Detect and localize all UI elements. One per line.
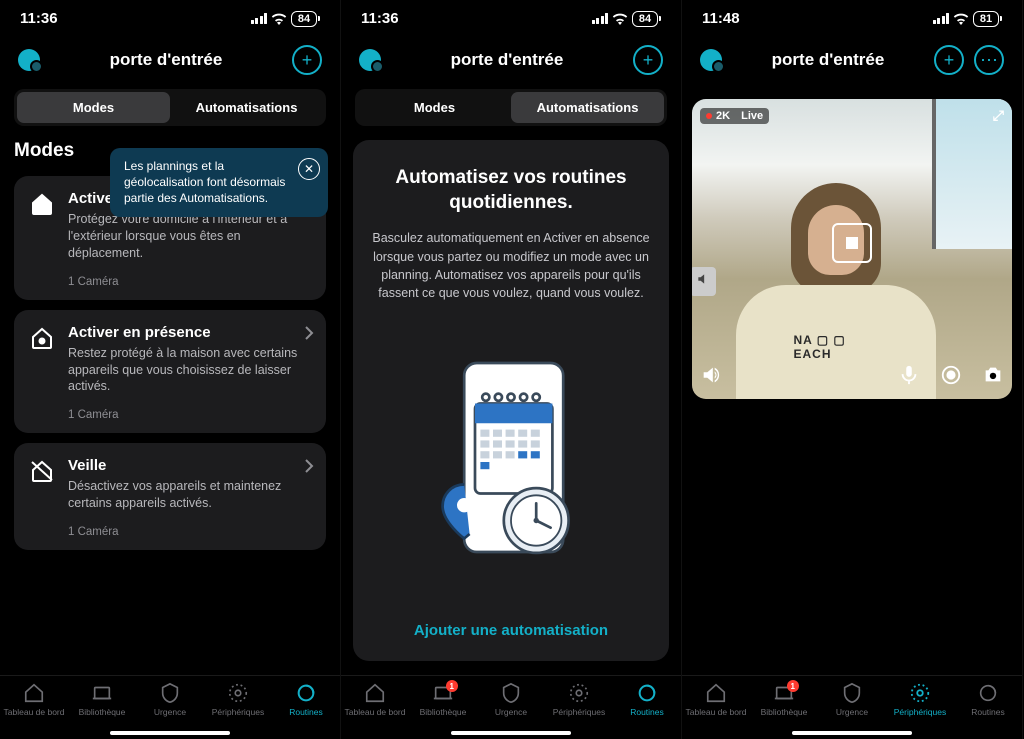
tab-automations[interactable]: Automatisations <box>511 92 664 123</box>
home-indicator[interactable] <box>451 731 571 735</box>
schedule-illustration <box>421 320 601 604</box>
clock: 11:36 <box>20 10 58 27</box>
card-meta: 1 Caméra <box>68 526 312 538</box>
add-button[interactable]: + <box>934 45 964 75</box>
page-title: porte d'entrée <box>772 50 885 70</box>
add-button[interactable]: + <box>292 45 322 75</box>
away-icon <box>28 190 56 288</box>
mode-card-standby[interactable]: Veille Désactivez vos appareils et maint… <box>14 443 326 550</box>
segmented-control: Modes Automatisations <box>14 89 326 126</box>
record-dot-icon <box>706 113 712 119</box>
tab-dashboard[interactable]: Tableau de bord <box>0 682 68 739</box>
card-desc: Protégez votre domicile à l'intérieur et… <box>68 211 312 262</box>
avatar[interactable] <box>18 49 40 71</box>
stop-button[interactable] <box>832 223 872 263</box>
header: porte d'entrée + <box>0 35 340 89</box>
tab-modes[interactable]: Modes <box>17 92 170 123</box>
panel-description: Basculez automatiquement en Activer en a… <box>371 229 651 302</box>
avatar[interactable] <box>700 49 722 71</box>
add-automation-button[interactable]: Ajouter une automatisation <box>414 622 608 639</box>
header: porte d'entrée + ⋯ <box>682 35 1022 89</box>
phone-automations: 11:36 84 porte d'entrée + Modes Automati… <box>341 0 682 739</box>
microphone-icon[interactable] <box>898 364 920 391</box>
wifi-icon <box>271 13 287 25</box>
clock: 11:36 <box>361 10 399 27</box>
snapshot-icon[interactable] <box>982 364 1004 391</box>
panel-heading: Automatisez vos routines quotidiennes. <box>371 166 651 215</box>
tab-routines[interactable]: Routines <box>613 682 681 739</box>
home-indicator[interactable] <box>792 731 912 735</box>
wifi-icon <box>612 13 628 25</box>
card-title: Activer en présence <box>68 324 211 341</box>
card-meta: 1 Caméra <box>68 409 312 421</box>
tab-dashboard[interactable]: Tableau de bord <box>341 682 409 739</box>
chevron-right-icon <box>304 326 314 340</box>
tab-dashboard[interactable]: Tableau de bord <box>682 682 750 739</box>
signal-icon <box>933 13 950 24</box>
tab-bar: Tableau de bord 1Bibliothèque Urgence Pé… <box>341 675 681 739</box>
battery-icon: 84 <box>291 11 320 27</box>
status-icons: 84 <box>251 11 321 27</box>
phone-live: 11:48 81 porte d'entrée + ⋯ NA ▢ ▢ EACH … <box>682 0 1023 739</box>
record-icon[interactable] <box>940 364 962 391</box>
tab-bar: Tableau de bord Bibliothèque Urgence Pér… <box>0 675 340 739</box>
expand-icon[interactable]: ⤢ <box>993 107 1004 124</box>
card-meta: 1 Caméra <box>68 276 312 288</box>
home-indicator[interactable] <box>110 731 230 735</box>
card-desc: Restez protégé à la maison avec certains… <box>68 345 312 396</box>
info-tooltip: Les plannings et la géolocalisation font… <box>110 148 328 217</box>
standby-icon <box>28 457 56 538</box>
status-bar: 11:48 81 <box>682 0 1022 35</box>
notification-badge: 1 <box>787 680 799 692</box>
tab-routines[interactable]: Routines <box>954 682 1022 739</box>
speaker-icon[interactable] <box>700 364 722 391</box>
more-button[interactable]: ⋯ <box>974 45 1004 75</box>
status-bar: 11:36 84 <box>341 0 681 35</box>
header: porte d'entrée + <box>341 35 681 89</box>
signal-icon <box>592 13 609 24</box>
wifi-icon <box>953 13 969 25</box>
notification-badge: 1 <box>446 680 458 692</box>
page-title: porte d'entrée <box>451 50 564 70</box>
tab-automations[interactable]: Automatisations <box>170 92 323 123</box>
automation-empty-state: Automatisez vos routines quotidiennes. B… <box>353 140 669 661</box>
clock: 11:48 <box>702 10 740 27</box>
live-video[interactable]: NA ▢ ▢ EACH 2K Live ⤢ <box>692 99 1012 399</box>
tab-routines[interactable]: Routines <box>272 682 340 739</box>
status-bar: 11:36 84 <box>0 0 340 35</box>
mode-card-home[interactable]: Activer en présence Restez protégé à la … <box>14 310 326 434</box>
card-desc: Désactivez vos appareils et maintenez ce… <box>68 478 312 512</box>
card-title: Veille <box>68 457 106 474</box>
tab-bar: Tableau de bord 1Bibliothèque Urgence Pé… <box>682 675 1022 739</box>
close-icon[interactable]: ✕ <box>298 158 320 180</box>
mute-side-button[interactable] <box>692 267 716 296</box>
tab-modes[interactable]: Modes <box>358 92 511 123</box>
tooltip-text: Les plannings et la géolocalisation font… <box>124 159 285 205</box>
status-icons: 81 <box>933 11 1003 27</box>
status-icons: 84 <box>592 11 662 27</box>
battery-icon: 84 <box>632 11 661 27</box>
signal-icon <box>251 13 268 24</box>
chevron-right-icon <box>304 459 314 473</box>
live-badge: 2K Live <box>700 108 769 124</box>
page-title: porte d'entrée <box>110 50 223 70</box>
segmented-control: Modes Automatisations <box>355 89 667 126</box>
home-icon <box>28 324 56 422</box>
add-button[interactable]: + <box>633 45 663 75</box>
avatar[interactable] <box>359 49 381 71</box>
battery-icon: 81 <box>973 11 1002 27</box>
phone-modes: 11:36 84 porte d'entrée + Modes Automati… <box>0 0 341 739</box>
